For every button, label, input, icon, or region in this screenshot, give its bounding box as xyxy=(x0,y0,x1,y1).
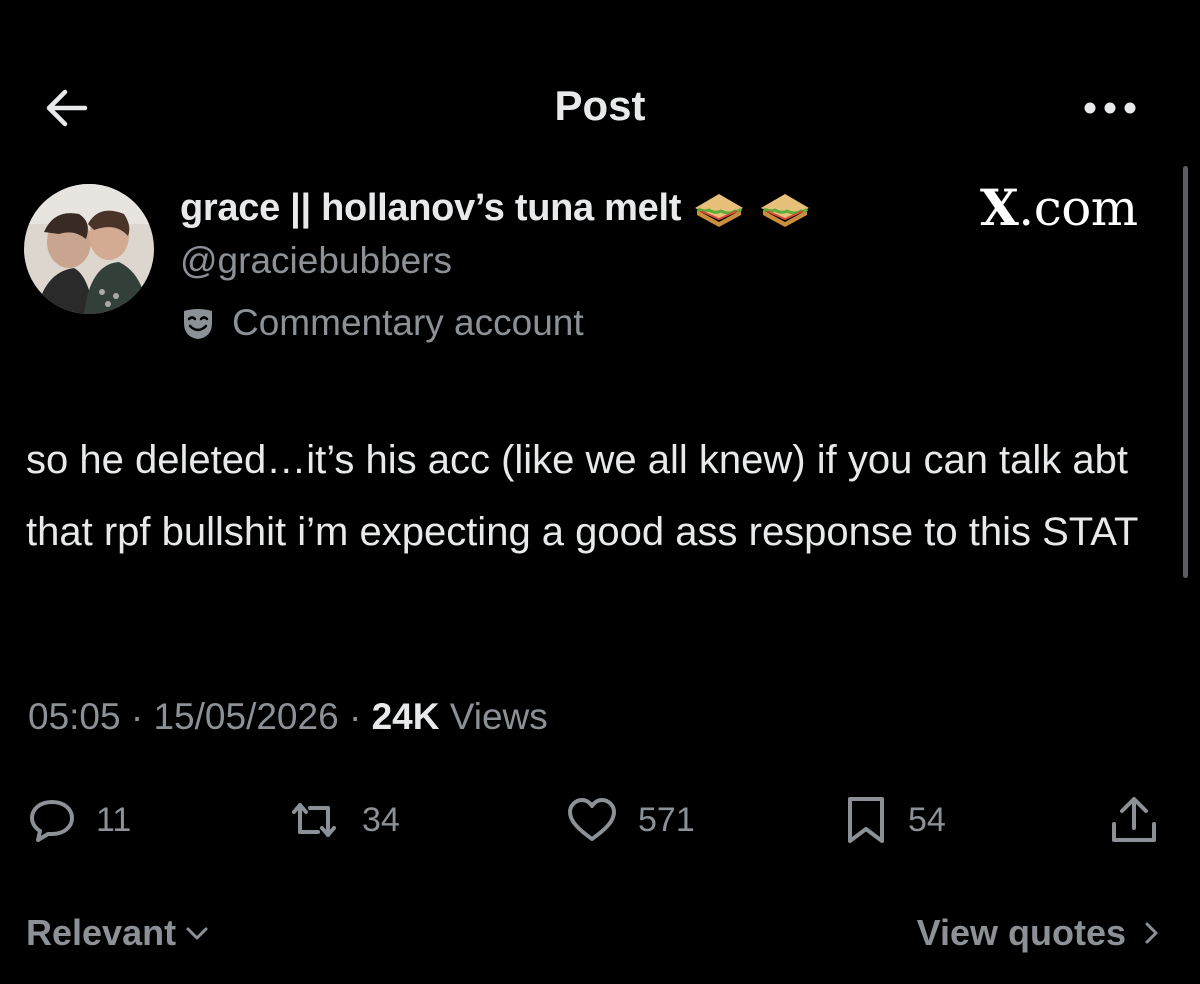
account-label: Commentary account xyxy=(180,298,584,348)
sandwich-icon xyxy=(695,194,744,227)
meta-separator: · xyxy=(130,696,144,737)
reply-button[interactable]: 11 xyxy=(28,790,131,850)
chevron-right-icon xyxy=(1145,922,1158,944)
scrollbar[interactable] xyxy=(1183,166,1188,578)
view-quotes-link[interactable]: View quotes xyxy=(917,912,1166,954)
post-time[interactable]: 05:05 xyxy=(28,696,121,737)
post-date[interactable]: 15/05/2026 xyxy=(153,696,338,737)
repost-button[interactable]: 34 xyxy=(286,790,400,850)
action-bar: 11 34 571 54 xyxy=(0,790,1200,850)
more-horizontal-icon xyxy=(1084,102,1136,114)
meta-separator: · xyxy=(348,696,362,737)
theater-masks-icon xyxy=(184,309,212,339)
x-com-watermark: X.com xyxy=(980,178,1138,237)
author-name-row[interactable]: grace || hollanov’s tuna melt xyxy=(180,182,813,234)
bookmark-icon xyxy=(848,797,884,843)
repost-count: 34 xyxy=(362,800,400,839)
view-quotes-label: View quotes xyxy=(916,912,1126,953)
reply-count: 11 xyxy=(96,800,132,839)
post-text: so he deleted…it’s his acc (like we all … xyxy=(26,438,1139,554)
views-count[interactable]: 24K xyxy=(372,696,440,737)
like-count: 571 xyxy=(638,800,695,839)
avatar[interactable] xyxy=(24,184,154,314)
heart-icon xyxy=(568,798,616,841)
avatar-photo xyxy=(24,184,154,314)
like-button[interactable]: 571 xyxy=(566,790,695,850)
sort-label: Relevant xyxy=(26,912,177,953)
repost-icon xyxy=(292,803,336,837)
page-title: Post xyxy=(554,82,646,129)
reply-icon xyxy=(30,800,74,842)
chevron-down-icon xyxy=(186,927,208,940)
post-meta: 05:05 · 15/05/2026 · 24K Views xyxy=(28,696,548,738)
more-options-button[interactable] xyxy=(1080,88,1140,128)
sort-replies-dropdown[interactable]: Relevant xyxy=(26,912,212,954)
top-bar: Post xyxy=(0,60,1200,150)
author-display-name[interactable]: grace || hollanov’s tuna melt xyxy=(180,187,681,230)
views-label: Views xyxy=(449,696,548,737)
author-handle[interactable]: @graciebubbers xyxy=(180,240,452,282)
bookmark-button[interactable]: 54 xyxy=(844,790,946,850)
share-button[interactable] xyxy=(1108,790,1160,850)
bookmark-count: 54 xyxy=(908,800,946,839)
share-icon xyxy=(1112,797,1156,842)
sandwich-icon xyxy=(761,194,810,227)
account-label-text: Commentary account xyxy=(232,302,584,343)
